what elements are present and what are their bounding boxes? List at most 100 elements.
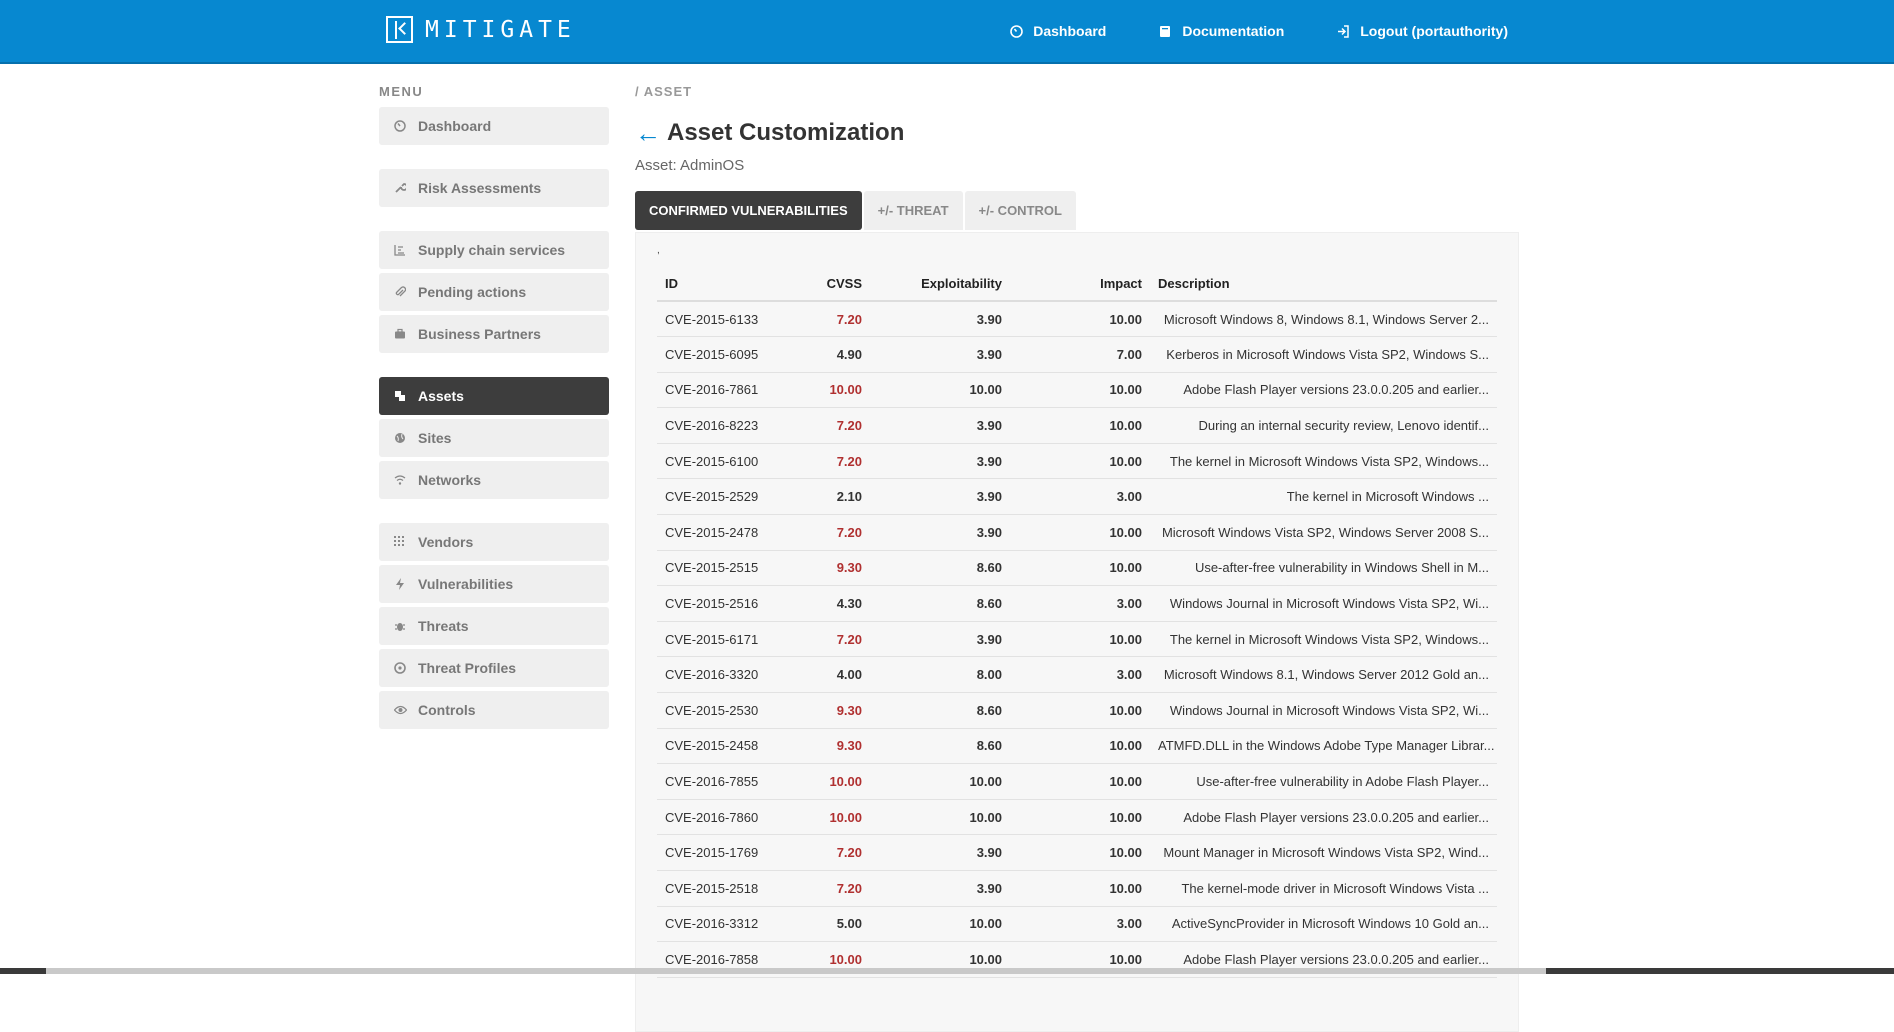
table-row[interactable]: CVE-2015-2518 7.20 3.90 10.00 The kernel-mod…	[657, 870, 1497, 907]
table-row[interactable]: CVE-2015-6171 7.20 3.90 10.00 The kernel in …	[657, 621, 1497, 658]
sidebar-item-business-partners[interactable]: Business Partners	[379, 315, 609, 353]
cve-id-cell: CVE-2015-6095	[657, 336, 797, 373]
impact-cell: 10.00	[1002, 728, 1142, 765]
chain-services-icon	[393, 243, 407, 257]
cve-id-cell: CVE-2015-6171	[657, 621, 797, 658]
sidebar-item-sites[interactable]: Sites	[379, 419, 609, 457]
book-icon	[1158, 24, 1172, 38]
tab-threat[interactable]: +/- THREAT	[863, 191, 963, 230]
header-cvss[interactable]: CVSS	[797, 267, 862, 302]
table-row[interactable]: CVE-2015-1769 7.20 3.90 10.00 Mount Manager …	[657, 834, 1497, 871]
sidebar-item-supply-chain-services[interactable]: Supply chain services	[379, 231, 609, 269]
vulnerabilities-panel: , ID CVSS Exploitability Impact Descript…	[635, 232, 1519, 1032]
exploitability-cell: 10.00	[862, 372, 1002, 409]
breadcrumb: / ASSET	[635, 84, 693, 99]
header-description[interactable]: Description	[1142, 267, 1497, 302]
sidebar-item-label: Threat Profiles	[418, 660, 517, 676]
cvss-cell: 7.20	[797, 870, 862, 907]
sidebar-item-threats[interactable]: Threats	[379, 607, 609, 645]
cve-id-cell: CVE-2016-8223	[657, 407, 797, 444]
table-header-row: ID CVSS Exploitability Impact Descriptio…	[657, 267, 1497, 302]
header-exploitability[interactable]: Exploitability	[862, 267, 1002, 302]
table-row[interactable]: CVE-2016-7855 10.00 10.00 10.00 Use-after-fr…	[657, 763, 1497, 800]
sidebar-item-risk-assessments[interactable]: Risk Assessments	[379, 169, 609, 207]
paperclip-icon	[393, 285, 407, 299]
cvss-cell: 9.30	[797, 692, 862, 729]
impact-cell: 10.00	[1002, 621, 1142, 658]
cvss-cell: 7.20	[797, 621, 862, 658]
description-cell: ATMFD.DLL in the Windows Adobe Type Mana…	[1142, 728, 1497, 765]
exploitability-cell: 10.00	[862, 799, 1002, 836]
nav-documentation-link[interactable]: Documentation	[1158, 23, 1284, 39]
header-impact[interactable]: Impact	[1002, 267, 1142, 302]
sidebar-item-dashboard[interactable]: Dashboard	[379, 107, 609, 145]
aperture-icon	[393, 661, 407, 675]
impact-cell: 10.00	[1002, 834, 1142, 871]
eye-icon	[393, 703, 407, 717]
description-cell: The kernel in Microsoft Windows Vista SP…	[1142, 621, 1497, 658]
description-cell: The kernel in Microsoft Windows Vista SP…	[1142, 443, 1497, 480]
top-nav-links: Dashboard Documentation Logout (portauth…	[1009, 0, 1508, 62]
assets-icon	[393, 389, 407, 403]
tab-confirmed-vulnerabilities[interactable]: CONFIRMED VULNERABILITIES	[635, 191, 862, 230]
stray-mark: ,	[657, 245, 660, 256]
description-cell: The kernel in Microsoft Windows ...	[1142, 478, 1497, 516]
table-row[interactable]: CVE-2016-7861 10.00 10.00 10.00 Adobe Flash …	[657, 372, 1497, 409]
sidebar-item-controls[interactable]: Controls	[379, 691, 609, 729]
table-row[interactable]: CVE-2016-7860 10.00 10.00 10.00 Adobe Flash …	[657, 799, 1497, 836]
description-cell: Adobe Flash Player versions 23.0.0.205 a…	[1142, 372, 1497, 409]
wifi-icon	[393, 473, 407, 487]
sidebar-item-vulnerabilities[interactable]: Vulnerabilities	[379, 565, 609, 603]
table-row[interactable]: CVE-2015-6095 4.90 3.90 7.00 Kerberos in Mic…	[657, 336, 1497, 373]
sidebar-item-label: Assets	[418, 388, 464, 404]
table-row[interactable]: CVE-2015-2530 9.30 8.60 10.00 Windows Journa…	[657, 692, 1497, 729]
table-row[interactable]: CVE-2015-6133 7.20 3.90 10.00 Microsoft Wind…	[657, 301, 1497, 338]
table-row[interactable]: CVE-2016-8223 7.20 3.90 10.00 During an inte…	[657, 407, 1497, 444]
table-row[interactable]: CVE-2015-2458 9.30 8.60 10.00 ATMFD.DLL in t…	[657, 728, 1497, 765]
nav-logout-link[interactable]: Logout (portauthority)	[1336, 23, 1508, 39]
wrench-icon	[393, 181, 407, 195]
sidebar-item-pending-actions[interactable]: Pending actions	[379, 273, 609, 311]
sidebar-item-vendors[interactable]: Vendors	[379, 523, 609, 561]
nav-dashboard-link[interactable]: Dashboard	[1009, 23, 1106, 39]
brand-logo[interactable]: MITIGATE	[386, 16, 576, 43]
description-cell: ActiveSyncProvider in Microsoft Windows …	[1142, 906, 1497, 943]
table-row[interactable]: CVE-2015-2529 2.10 3.90 3.00 The kernel in M…	[657, 478, 1497, 516]
table-row[interactable]: CVE-2016-3320 4.00 8.00 3.00 Microsoft Windo…	[657, 656, 1497, 694]
cve-id-cell: CVE-2015-1769	[657, 834, 797, 871]
description-cell: Windows Journal in Microsoft Windows Vis…	[1142, 692, 1497, 729]
cve-id-cell: CVE-2016-7855	[657, 763, 797, 800]
header-id[interactable]: ID	[657, 267, 797, 302]
sidebar-item-label: Risk Assessments	[418, 180, 542, 196]
tab-control[interactable]: +/- CONTROL	[964, 191, 1076, 230]
exploitability-cell: 3.90	[862, 621, 1002, 658]
table-row[interactable]: CVE-2015-2516 4.30 8.60 3.00 Windows Journal…	[657, 585, 1497, 622]
description-cell: Adobe Flash Player versions 23.0.0.205 a…	[1142, 799, 1497, 836]
sidebar-item-assets[interactable]: Assets	[379, 377, 609, 415]
description-cell: Mount Manager in Microsoft Windows Vista…	[1142, 834, 1497, 871]
table-row[interactable]: CVE-2015-6100 7.20 3.90 10.00 The kernel in …	[657, 443, 1497, 480]
nav-documentation-label: Documentation	[1182, 23, 1285, 39]
table-row[interactable]: CVE-2016-3312 5.00 10.00 3.00 ActiveSyncProv…	[657, 906, 1497, 943]
impact-cell: 10.00	[1002, 799, 1142, 836]
scrollbar-thumb[interactable]	[46, 968, 1546, 974]
impact-cell: 7.00	[1002, 336, 1142, 373]
exploitability-cell: 3.90	[862, 514, 1002, 551]
impact-cell: 10.00	[1002, 692, 1142, 729]
sidebar-item-threat-profiles[interactable]: Threat Profiles	[379, 649, 609, 687]
sidebar-item-label: Controls	[418, 702, 476, 718]
exploitability-cell: 3.90	[862, 870, 1002, 907]
table-row[interactable]: CVE-2015-2515 9.30 8.60 10.00 Use-after-free…	[657, 550, 1497, 587]
impact-cell: 10.00	[1002, 372, 1142, 409]
table-row[interactable]: CVE-2015-2478 7.20 3.90 10.00 Microsoft Wind…	[657, 514, 1497, 551]
horizontal-scrollbar[interactable]	[0, 968, 1894, 974]
exploitability-cell: 8.00	[862, 656, 1002, 694]
sidebar-item-networks[interactable]: Networks	[379, 461, 609, 499]
sidebar-item-label: Sites	[418, 430, 452, 446]
sidebar-menu: MENU Dashboard Risk Assessments Supply c…	[379, 84, 609, 733]
back-arrow-icon[interactable]: ←	[635, 120, 661, 146]
cve-id-cell: CVE-2015-2515	[657, 550, 797, 587]
impact-cell: 3.00	[1002, 906, 1142, 943]
bolt-icon	[393, 577, 407, 591]
exploitability-cell: 10.00	[862, 763, 1002, 800]
